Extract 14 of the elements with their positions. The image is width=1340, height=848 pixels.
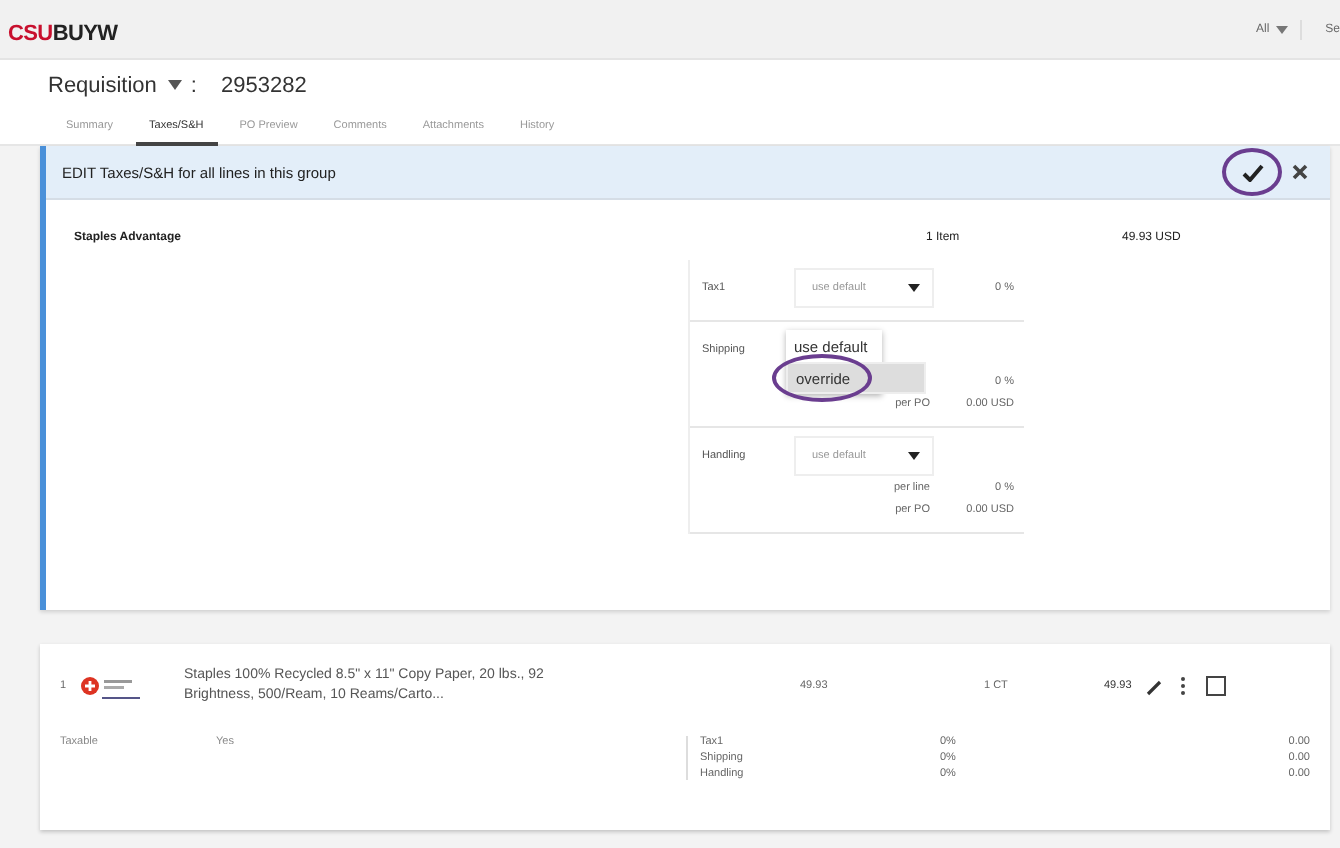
close-icon xyxy=(1292,164,1308,180)
caret-icon[interactable] xyxy=(168,80,183,90)
pencil-icon xyxy=(1145,677,1163,695)
caret-icon xyxy=(1275,25,1288,33)
line-checkbox[interactable] xyxy=(1206,676,1226,696)
colon-text: : xyxy=(190,73,197,97)
caret-icon xyxy=(908,284,920,292)
requisition-number: 2953282 xyxy=(220,73,307,97)
checkmark-icon xyxy=(1241,163,1263,181)
app-logo: CSUBUYW xyxy=(8,19,118,45)
caret-icon xyxy=(908,452,920,460)
supplier-logo-drawing xyxy=(80,672,140,700)
requisition-label: Requisition xyxy=(48,73,157,97)
kebab-menu-icon xyxy=(1179,676,1185,696)
